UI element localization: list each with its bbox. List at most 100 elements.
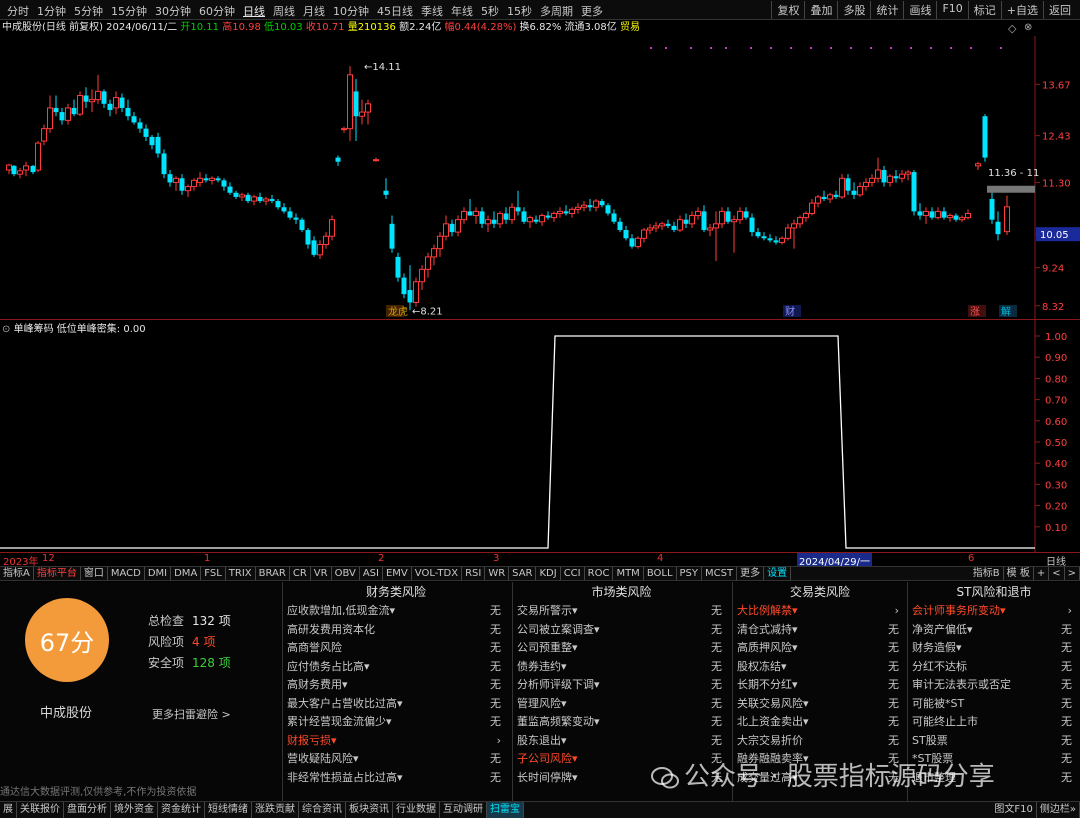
risk-item[interactable]: 高商誉风险 无 xyxy=(283,639,509,658)
event-tag[interactable]: 涨 xyxy=(970,306,980,318)
risk-item[interactable]: 累计经营现金流偏少▾ 无 xyxy=(283,713,509,732)
indicator-tab-right[interactable]: + xyxy=(1034,567,1050,580)
bottom-tab[interactable]: 境外资金 xyxy=(111,802,158,818)
risk-item[interactable]: ST股票 无 xyxy=(908,732,1080,751)
risk-item[interactable]: 大比例解禁▾ › xyxy=(733,602,907,621)
indicator-tab-right[interactable]: < xyxy=(1049,567,1065,580)
indicator-tab-right[interactable]: 指标B xyxy=(970,567,1004,580)
indicator-tab[interactable]: 指标平台 xyxy=(34,567,81,580)
risk-item[interactable]: 公司被立案调查▾ 无 xyxy=(513,621,730,640)
risk-item[interactable]: 交易所警示▾ 无 xyxy=(513,602,730,621)
indicator-tab[interactable]: VR xyxy=(311,567,332,580)
event-tag[interactable]: 龙虎 xyxy=(388,305,408,318)
indicator-tab[interactable]: 指标A xyxy=(0,567,34,580)
toolbar-button[interactable]: 复权 xyxy=(771,1,804,19)
indicator-tab[interactable]: RSI xyxy=(462,567,486,580)
bottom-tab[interactable]: 涨跌贡献 xyxy=(252,802,299,818)
toolbar-button[interactable]: 标记 xyxy=(967,1,1001,19)
risk-item[interactable]: 审计无法表示或否定 无 xyxy=(908,676,1080,695)
period-tab[interactable]: 季线 xyxy=(417,3,447,19)
period-tab[interactable]: 45日线 xyxy=(373,3,417,19)
bottom-tab[interactable]: 综合资讯 xyxy=(299,802,346,818)
diamond-icon[interactable]: ◇ xyxy=(1008,22,1016,35)
risk-item[interactable]: 高研发费用资本化 无 xyxy=(283,621,509,640)
indicator-tab[interactable]: 设置 xyxy=(764,567,792,580)
risk-item[interactable]: 可能被*ST 无 xyxy=(908,695,1080,714)
indicator-tab[interactable]: MTM xyxy=(613,567,644,580)
period-tab[interactable]: 30分钟 xyxy=(151,3,195,19)
indicator-tab[interactable]: WR xyxy=(485,567,510,580)
risk-item[interactable]: 分析师评级下调▾ 无 xyxy=(513,676,730,695)
period-tab[interactable]: 日线 xyxy=(239,3,269,19)
risk-item[interactable]: 净资产偏低▾ 无 xyxy=(908,621,1080,640)
indicator-tab-right[interactable]: 模 板 xyxy=(1004,567,1034,580)
risk-item[interactable]: 财务造假▾ 无 xyxy=(908,639,1080,658)
bottom-tab[interactable]: 板块资讯 xyxy=(346,802,393,818)
period-tab[interactable]: 周线 xyxy=(269,3,299,19)
bottom-tab[interactable]: 行业数据 xyxy=(393,802,440,818)
indicator-tab[interactable]: CCI xyxy=(561,567,585,580)
toolbar-button[interactable]: 叠加 xyxy=(804,1,837,19)
risk-item[interactable]: 清仓式减持▾ 无 xyxy=(733,621,907,640)
risk-item[interactable]: 管理风险▾ 无 xyxy=(513,695,730,714)
indicator-tab[interactable]: DMI xyxy=(145,567,172,580)
bottom-tab-right[interactable]: 图文F10 xyxy=(991,802,1037,818)
toolbar-button[interactable]: 返回 xyxy=(1043,1,1076,19)
risk-item[interactable]: 会计师事务所变动▾ › xyxy=(908,602,1080,621)
risk-item[interactable]: 股权冻结▾ 无 xyxy=(733,658,907,677)
risk-item[interactable]: 财报亏损▾ › xyxy=(283,732,509,751)
indicator-tab[interactable]: TRIX xyxy=(226,567,256,580)
risk-item[interactable]: 债券违约▾ 无 xyxy=(513,658,730,677)
indicator-tab[interactable]: MACD xyxy=(108,567,145,580)
indicator-tab[interactable]: MCST xyxy=(702,567,738,580)
toolbar-button[interactable]: F10 xyxy=(936,1,967,19)
risk-item[interactable]: 关联交易风险▾ 无 xyxy=(733,695,907,714)
toolbar-button[interactable]: 画线 xyxy=(903,1,936,19)
indicator-tab[interactable]: FSL xyxy=(201,567,226,580)
bottom-tab[interactable]: 资金统计 xyxy=(158,802,205,818)
risk-item[interactable]: 应收款增加,低现金流▾ 无 xyxy=(283,602,509,621)
risk-item[interactable]: 最大客户占营收比过高▾ 无 xyxy=(283,695,509,714)
toolbar-button[interactable]: +自选 xyxy=(1000,1,1043,19)
indicator-tab[interactable]: 更多 xyxy=(737,567,765,580)
indicator-tab[interactable]: PSY xyxy=(677,567,703,580)
indicator-tab[interactable]: ROC xyxy=(585,567,614,580)
indicator-tab[interactable]: ASI xyxy=(360,567,383,580)
period-tab[interactable]: 15秒 xyxy=(503,3,536,19)
period-tab[interactable]: 5秒 xyxy=(477,3,503,19)
settings-circle-icon[interactable]: ⊗ xyxy=(1024,22,1032,33)
indicator-tab[interactable]: BRAR xyxy=(256,567,290,580)
indicator-tab[interactable]: KDJ xyxy=(536,567,561,580)
risk-item[interactable]: 营收疑陆风险▾ 无 xyxy=(283,750,509,769)
indicator-tab[interactable]: OBV xyxy=(332,567,360,580)
period-tab[interactable]: 多周期 xyxy=(536,3,577,19)
risk-item[interactable]: 北上资金卖出▾ 无 xyxy=(733,713,907,732)
period-tab[interactable]: 60分钟 xyxy=(195,3,239,19)
kline-chart[interactable]: 13.6712.4311.3010.059.248.3210.05 ←14.11… xyxy=(0,36,1080,319)
risk-item[interactable]: 董监高频繁变动▾ 无 xyxy=(513,713,730,732)
risk-item[interactable]: 高财务费用▾ 无 xyxy=(283,676,509,695)
period-tab[interactable]: 更多 xyxy=(577,3,607,19)
period-tab[interactable]: 15分钟 xyxy=(107,3,151,19)
indicator-tab[interactable]: CR xyxy=(290,567,311,580)
bottom-tab[interactable]: 展 xyxy=(0,802,17,818)
bottom-tab[interactable]: 互动调研 xyxy=(440,802,487,818)
bottom-tab[interactable]: 盘面分析 xyxy=(64,802,111,818)
indicator-tab[interactable]: EMV xyxy=(383,567,412,580)
period-tab[interactable]: 月线 xyxy=(299,3,329,19)
period-tab[interactable]: 1分钟 xyxy=(33,3,70,19)
bottom-tab[interactable]: 关联报价 xyxy=(17,802,64,818)
indicator-tab[interactable]: BOLL xyxy=(644,567,677,580)
toolbar-button[interactable]: 统计 xyxy=(870,1,903,19)
bottom-tab-right[interactable]: 侧边栏» xyxy=(1037,802,1080,818)
event-tag[interactable]: 解 xyxy=(1001,305,1011,318)
sector-label[interactable]: 贸易 xyxy=(620,22,640,33)
event-tag[interactable]: 财 xyxy=(785,305,795,318)
risk-item[interactable]: 分红不达标 无 xyxy=(908,658,1080,677)
risk-item[interactable]: 非经常性损益占比过高▾ 无 xyxy=(283,769,509,788)
risk-item[interactable]: 股东退出▾ 无 xyxy=(513,732,730,751)
period-tab[interactable]: 5分钟 xyxy=(70,3,107,19)
indicator-tab[interactable]: SAR xyxy=(509,567,537,580)
risk-item[interactable]: 大宗交易折价 无 xyxy=(733,732,907,751)
indicator-chart[interactable]: 1.00 0.90 0.80 0.70 0.60 0.50 0.40 0.30 0.20 0.10 xyxy=(0,320,1080,552)
